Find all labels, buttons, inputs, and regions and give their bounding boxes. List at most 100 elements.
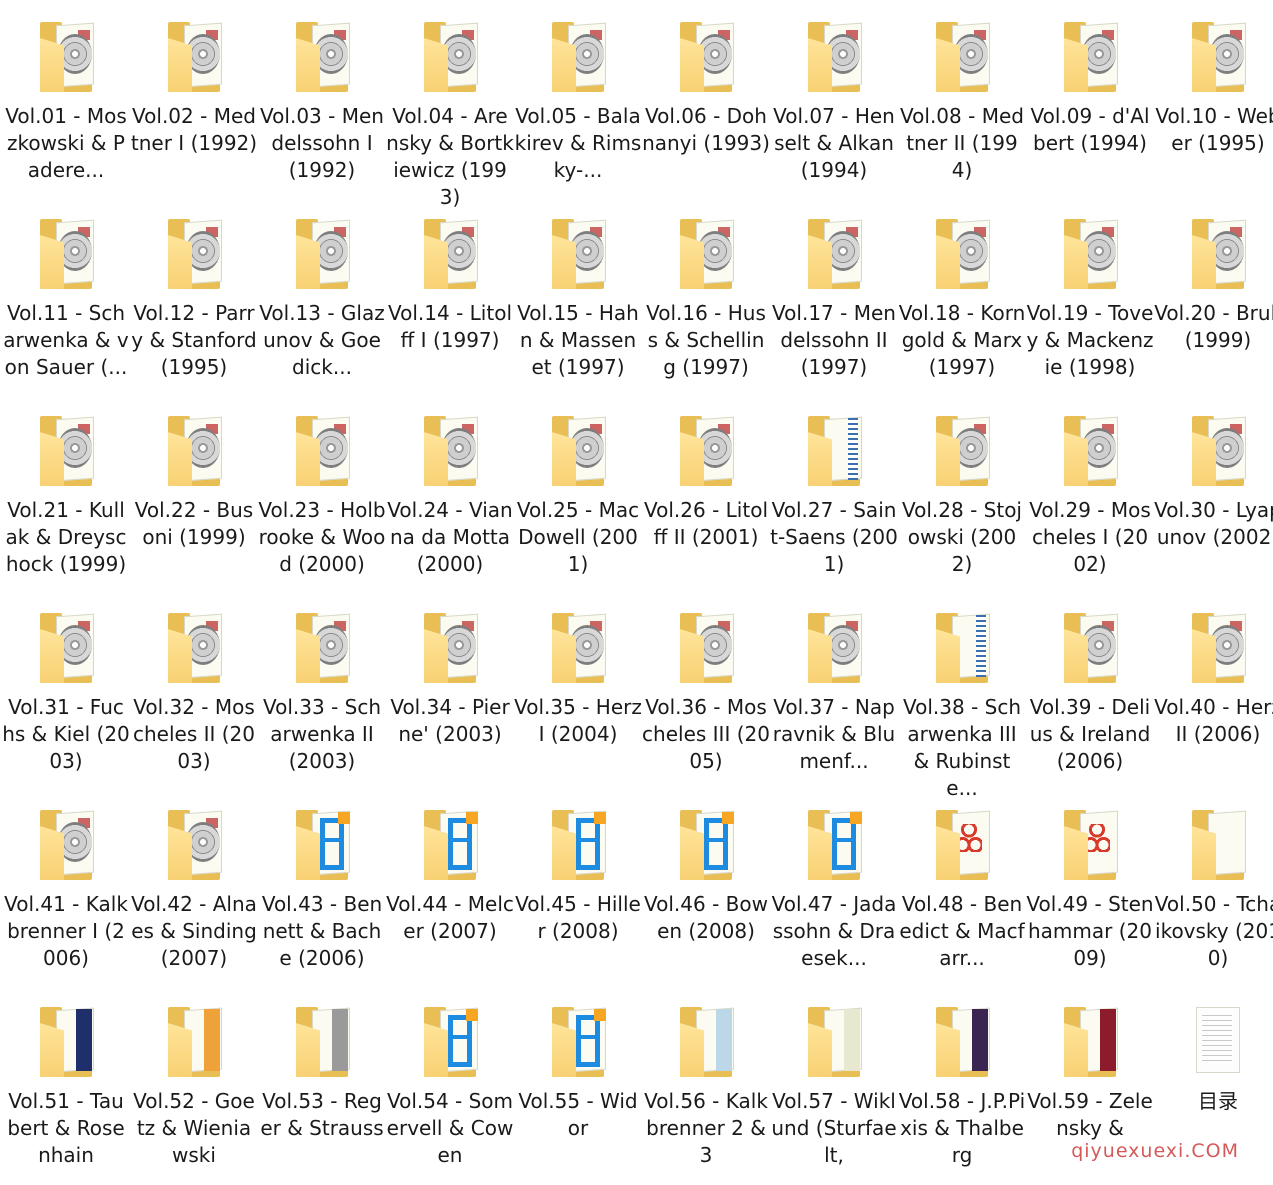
folder-item[interactable]: Vol.06 - Dohnanyi (1993) xyxy=(642,14,770,211)
folder-item[interactable]: Vol.10 - Weber (1995) xyxy=(1154,14,1273,211)
folder-item[interactable]: Vol.15 - Hahn & Massenet (1997) xyxy=(514,211,642,408)
folder-cover-icon xyxy=(418,808,482,886)
folder-cd-icon xyxy=(290,20,354,98)
folder-item[interactable]: Vol.16 - Huss & Schelling (1997) xyxy=(642,211,770,408)
folder-item[interactable]: Vol.04 - Arensky & Bortkiewicz (1993) xyxy=(386,14,514,211)
folder-cd-icon xyxy=(546,414,610,492)
folder-item[interactable]: Vol.44 - Melcer (2007) xyxy=(386,802,514,999)
folder-cd-icon xyxy=(674,611,738,689)
folder-item[interactable]: Vol.36 - Moscheles III (2005) xyxy=(642,605,770,802)
folder-item[interactable]: Vol.20 - Brull (1999) xyxy=(1154,211,1273,408)
folder-item[interactable]: Vol.55 - Widor xyxy=(514,999,642,1174)
folder-cd-icon xyxy=(546,611,610,689)
folder-item[interactable]: Vol.51 - Taubert & Rosenhain xyxy=(2,999,130,1174)
folder-item[interactable]: Vol.33 - Scharwenka II (2003) xyxy=(258,605,386,802)
folder-item[interactable]: Vol.13 - Glazunov & Goedick... xyxy=(258,211,386,408)
folder-item[interactable]: Vol.53 - Reger & Strauss xyxy=(258,999,386,1174)
folder-cd-icon xyxy=(802,611,866,689)
folder-pdf-icon xyxy=(1058,808,1122,886)
folder-label: Vol.09 - d'Albert (1994) xyxy=(1030,104,1150,155)
folder-item[interactable]: Vol.48 - Benedict & Macfarr... xyxy=(898,802,1026,999)
folder-item[interactable]: Vol.54 - Somervell & Cowen xyxy=(386,999,514,1174)
folder-label: Vol.54 - Somervell & Cowen xyxy=(386,1089,514,1167)
folder-item[interactable]: Vol.31 - Fuchs & Kiel (2003) xyxy=(2,605,130,802)
folder-item[interactable]: Vol.22 - Busoni (1999) xyxy=(130,408,258,605)
folder-item[interactable]: Vol.47 - Jadassohn & Draesek... xyxy=(770,802,898,999)
folder-item[interactable]: Vol.01 - Moszkowski & Padere... xyxy=(2,14,130,211)
folder-label: Vol.53 - Reger & Strauss xyxy=(260,1089,384,1140)
folder-label: Vol.37 - Napravnik & Blumenf... xyxy=(772,695,896,773)
folder-item[interactable]: Vol.41 - Kalkbrenner I (2006) xyxy=(2,802,130,999)
folder-label: Vol.40 - Herz II (2006) xyxy=(1154,695,1273,746)
folder-cd-icon xyxy=(1186,20,1250,98)
folder-label: Vol.28 - Stojowski (2002) xyxy=(902,498,1022,576)
folder-item[interactable]: Vol.52 - Goetz & Wieniawski xyxy=(130,999,258,1174)
folder-item[interactable]: Vol.03 - Mendelssohn I (1992) xyxy=(258,14,386,211)
folder-cd-icon xyxy=(34,414,98,492)
folder-item[interactable]: Vol.07 - Henselt & Alkan (1994) xyxy=(770,14,898,211)
folder-item[interactable]: Vol.50 - Tchaikovsky (2010) xyxy=(1154,802,1273,999)
folder-label: Vol.41 - Kalkbrenner I (2006) xyxy=(4,892,128,970)
folder-item[interactable]: Vol.57 - Wiklund (Sturfaelt, xyxy=(770,999,898,1174)
folder-item[interactable]: Vol.18 - Korngold & Marx (1997) xyxy=(898,211,1026,408)
folder-item[interactable]: Vol.29 - Moscheles I (2002) xyxy=(1026,408,1154,605)
folder-label: Vol.42 - Alnaes & Sinding (2007) xyxy=(131,892,257,970)
folder-item[interactable]: Vol.24 - Vianna da Motta (2000) xyxy=(386,408,514,605)
folder-item[interactable]: Vol.11 - Scharwenka & von Sauer (... xyxy=(2,211,130,408)
folder-label: Vol.59 - Zelensky & xyxy=(1027,1089,1153,1140)
folder-label: Vol.12 - Parry & Stanford (1995) xyxy=(131,301,257,379)
folder-cd-icon xyxy=(290,217,354,295)
folder-item[interactable]: Vol.21 - Kullak & Dreyschock (1999) xyxy=(2,408,130,605)
folder-item[interactable]: Vol.39 - Delius & Ireland (2006) xyxy=(1026,605,1154,802)
folder-cd-icon xyxy=(802,217,866,295)
folder-cd-icon xyxy=(1186,414,1250,492)
folder-item[interactable]: Vol.40 - Herz II (2006) xyxy=(1154,605,1273,802)
folder-item[interactable]: Vol.37 - Napravnik & Blumenf... xyxy=(770,605,898,802)
folder-item[interactable]: Vol.19 - Tovey & Mackenzie (1998) xyxy=(1026,211,1154,408)
folder-cd-icon xyxy=(162,808,226,886)
folder-item[interactable]: Vol.43 - Bennett & Bache (2006) xyxy=(258,802,386,999)
folder-cover-icon xyxy=(930,611,994,689)
folder-item[interactable]: Vol.05 - Balakirev & Rimsky-... xyxy=(514,14,642,211)
folder-item[interactable]: Vol.49 - Stenhammar (2009) xyxy=(1026,802,1154,999)
folder-label: Vol.34 - Pierne' (2003) xyxy=(390,695,510,746)
folder-item[interactable]: Vol.35 - Herz I (2004) xyxy=(514,605,642,802)
folder-cd-icon xyxy=(930,20,994,98)
folder-item[interactable]: Vol.58 - J.P.Pixis & Thalberg xyxy=(898,999,1026,1174)
folder-label: Vol.29 - Moscheles I (2002) xyxy=(1029,498,1151,576)
folder-item[interactable]: Vol.14 - Litolff I (1997) xyxy=(386,211,514,408)
folder-label: Vol.27 - Saint-Saens (2001) xyxy=(770,498,898,576)
folder-cd-icon xyxy=(1058,20,1122,98)
folder-cd-icon xyxy=(1058,414,1122,492)
folder-label: Vol.31 - Fuchs & Kiel (2003) xyxy=(2,695,130,773)
folder-item[interactable]: Vol.09 - d'Albert (1994) xyxy=(1026,14,1154,211)
folder-item[interactable]: Vol.56 - Kalkbrenner 2 & 3 xyxy=(642,999,770,1174)
folder-item[interactable]: Vol.27 - Saint-Saens (2001) xyxy=(770,408,898,605)
folder-cd-icon xyxy=(930,414,994,492)
folder-label: Vol.44 - Melcer (2007) xyxy=(386,892,514,943)
folder-item[interactable]: Vol.08 - Medtner II (1994) xyxy=(898,14,1026,211)
folder-cd-icon xyxy=(1186,217,1250,295)
folder-cover-icon xyxy=(674,808,738,886)
folder-item[interactable]: Vol.25 - MacDowell (2001) xyxy=(514,408,642,605)
folder-item[interactable]: Vol.46 - Bowen (2008) xyxy=(642,802,770,999)
folder-item[interactable]: Vol.32 - Moscheles II (2003) xyxy=(130,605,258,802)
folder-item[interactable]: Vol.42 - Alnaes & Sinding (2007) xyxy=(130,802,258,999)
folder-item[interactable]: Vol.38 - Scharwenka III & Rubinste... xyxy=(898,605,1026,802)
folder-item[interactable]: Vol.23 - Holbrooke & Wood (2000) xyxy=(258,408,386,605)
folder-item[interactable]: Vol.30 - Lyapunov (2002) xyxy=(1154,408,1273,605)
folder-item[interactable]: Vol.02 - Medtner I (1992) xyxy=(130,14,258,211)
folder-cd-icon xyxy=(418,217,482,295)
folder-label: Vol.57 - Wiklund (Sturfaelt, xyxy=(771,1089,897,1167)
folder-item[interactable]: Vol.45 - Hiller (2008) xyxy=(514,802,642,999)
folder-item[interactable]: Vol.28 - Stojowski (2002) xyxy=(898,408,1026,605)
folder-item[interactable]: Vol.12 - Parry & Stanford (1995) xyxy=(130,211,258,408)
folder-label: Vol.47 - Jadassohn & Draesek... xyxy=(771,892,897,970)
folder-cover-icon xyxy=(674,1005,738,1083)
folder-item[interactable]: Vol.26 - Litolff II (2001) xyxy=(642,408,770,605)
folder-label: Vol.11 - Scharwenka & von Sauer (... xyxy=(3,301,129,379)
folder-item[interactable]: Vol.17 - Mendelssohn II (1997) xyxy=(770,211,898,408)
folder-item[interactable]: Vol.34 - Pierne' (2003) xyxy=(386,605,514,802)
folder-cover-icon xyxy=(34,1005,98,1083)
folder-cd-icon xyxy=(1058,217,1122,295)
